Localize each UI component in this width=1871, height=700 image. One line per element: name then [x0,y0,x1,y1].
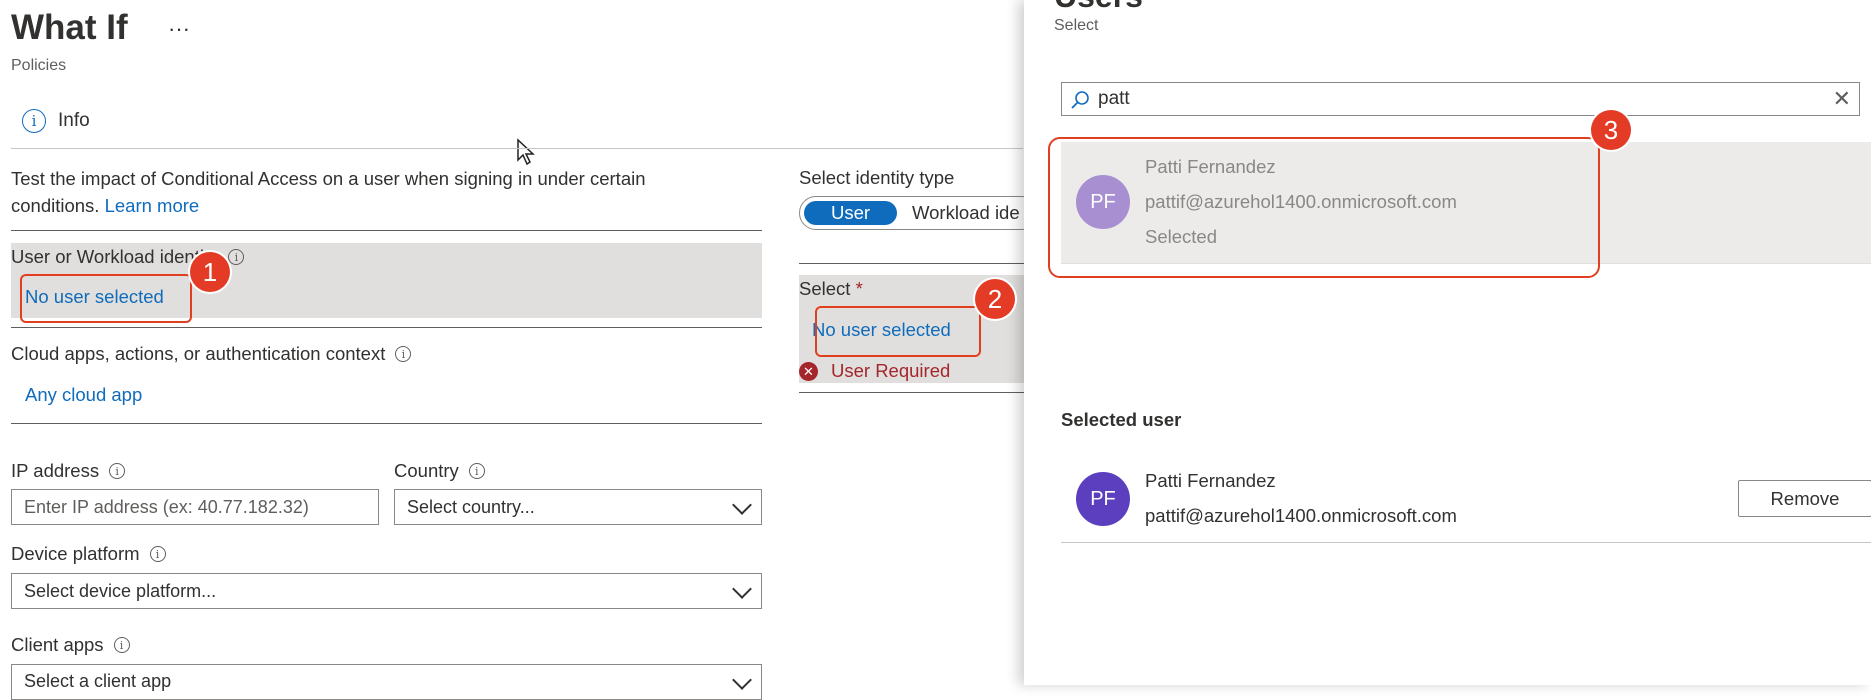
search-icon [1071,91,1089,109]
header-divider [11,148,1023,149]
toggle-user-option[interactable]: User [804,201,897,225]
middle-divider-bottom [799,392,1024,393]
country-dropdown[interactable]: Select country... [394,489,762,525]
annotation-box-3 [1048,137,1600,278]
annotation-badge-3: 3 [1591,110,1631,150]
client-info-icon[interactable]: i [113,637,130,653]
middle-divider-top [799,263,1024,264]
error-row: ✕ User Required [799,360,950,382]
device-label-row: Device platform i [11,543,166,565]
device-label: Device platform [11,543,140,564]
identity-divider [11,327,762,328]
identity-info-icon[interactable]: i [228,249,245,265]
selected-email: pattif@azurehol1400.onmicrosoft.com [1145,505,1457,526]
country-label-row: Country i [394,460,485,482]
info-icon: i [22,109,46,133]
panel-title: Users [1054,0,1143,15]
error-icon: ✕ [799,361,818,381]
ip-placeholder: Enter IP address (ex: 40.77.182.32) [24,496,309,517]
ip-label-row: IP address i [11,460,126,482]
page-title: What If [11,8,128,47]
client-label-row: Client apps i [11,634,130,656]
country-info-icon[interactable]: i [468,463,485,479]
country-label: Country [394,460,459,481]
users-panel: Users Select patt ✕ PF Patti Fernandez p… [1024,0,1871,685]
error-text: User Required [831,360,951,381]
chevron-down-icon [732,579,752,599]
apps-select-link[interactable]: Any cloud app [25,384,142,406]
info-button[interactable]: i Info [22,109,90,133]
client-dropdown[interactable]: Select a client app [11,664,762,700]
ip-info-icon[interactable]: i [109,463,126,479]
breadcrumb[interactable]: Policies [11,57,66,75]
panel-subtitle: Select [1054,17,1099,34]
remove-button[interactable]: Remove [1738,480,1871,517]
intro-divider [11,230,762,231]
required-mark: * [855,278,863,299]
annotation-box-2 [815,306,981,357]
chevron-down-icon [732,495,752,515]
user-search-input[interactable]: patt ✕ [1061,82,1860,116]
select-label-row: Select * [799,278,863,300]
apps-divider [11,423,762,424]
identity-type-label: Select identity type [799,167,955,188]
annotation-badge-1: 1 [190,252,230,292]
chevron-down-icon [732,670,752,690]
apps-label-row: Cloud apps, actions, or authentication c… [11,343,412,365]
identity-type-toggle: User Workload ide [799,196,1039,230]
selected-user-item: PF Patti Fernandez pattif@azurehol1400.o… [1061,458,1871,543]
apps-info-icon[interactable]: i [395,346,412,362]
ip-input[interactable]: Enter IP address (ex: 40.77.182.32) [11,489,379,525]
toggle-workload-option[interactable]: Workload ide [912,201,1020,225]
avatar: PF [1076,472,1130,526]
selected-name: Patti Fernandez [1145,470,1276,491]
learn-more-link[interactable]: Learn more [105,195,200,216]
device-value: Select device platform... [24,580,217,601]
selected-user-heading: Selected user [1061,409,1182,430]
identity-label: User or Workload identity [11,246,219,267]
device-info-icon[interactable]: i [149,546,166,562]
clear-search-icon[interactable]: ✕ [1833,86,1851,112]
search-value: patt [1098,88,1130,109]
client-label: Client apps [11,634,104,655]
annotation-badge-2: 2 [975,279,1015,319]
device-dropdown[interactable]: Select device platform... [11,573,762,609]
intro-text: Test the impact of Conditional Access on… [11,165,731,219]
ip-label: IP address [11,460,100,481]
country-value: Select country... [407,496,535,517]
info-label: Info [58,110,90,131]
annotation-box-1 [20,274,192,323]
apps-label: Cloud apps, actions, or authentication c… [11,343,386,364]
more-options-button[interactable]: ··· [168,16,190,42]
select-label: Select [799,278,851,299]
client-value: Select a client app [24,671,172,691]
